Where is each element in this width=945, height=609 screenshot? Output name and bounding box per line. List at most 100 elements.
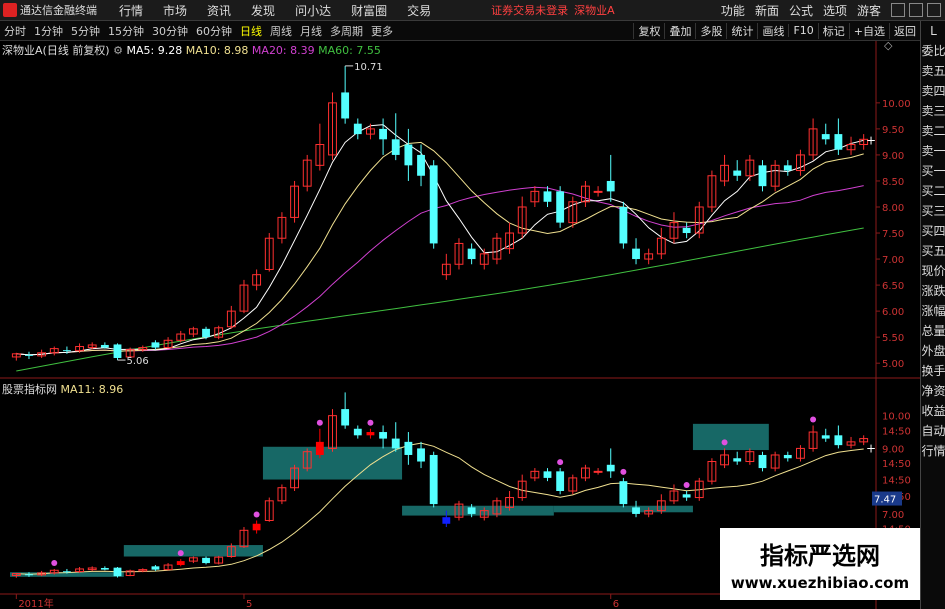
- ma5-line: [16, 124, 864, 356]
- kline-chart[interactable]: ◇ 10.00 9.50 9.00 8.50 8.00 7.50 7.00 6.50 6.00 5.…: [0, 41, 920, 609]
- panel-change-pct: 涨幅: [921, 304, 945, 318]
- panel-bid1: 买一: [921, 164, 945, 178]
- indicator-zone: [402, 505, 554, 516]
- price-tick-label: 8.50: [882, 177, 904, 188]
- tab-more[interactable]: 更多: [367, 23, 397, 39]
- candle-body: [758, 165, 767, 187]
- restore-rights-button[interactable]: 复权: [633, 22, 664, 39]
- panel-price: 现价: [921, 264, 945, 278]
- candle-body: [62, 571, 71, 573]
- candle-body: [366, 432, 375, 436]
- candle-body: [632, 507, 640, 514]
- candle-body: [821, 134, 830, 140]
- panel-bid4: 买四: [921, 224, 945, 238]
- tab-intraday[interactable]: 分时: [0, 23, 30, 39]
- menu-item-trade[interactable]: 交易: [407, 2, 431, 19]
- mark-button[interactable]: 标记: [817, 22, 849, 39]
- price-tick-label: 8.00: [882, 203, 904, 214]
- price-tick-label: 9.00: [882, 151, 904, 162]
- panel-outer: 外盘: [921, 344, 945, 358]
- candle-body: [113, 344, 122, 358]
- time-tick-label: 6: [613, 599, 619, 609]
- low-price-label: 5.06: [127, 356, 149, 367]
- candle-body: [619, 481, 628, 505]
- time-tick-label: 2011年: [18, 597, 53, 609]
- menu-guest[interactable]: 游客: [857, 2, 881, 19]
- cursor-cross-icon: +: [866, 441, 876, 455]
- minimize-icon[interactable]: [891, 3, 905, 17]
- price-tick-label: 5.00: [882, 359, 904, 370]
- price-tick-label: 5.50: [882, 333, 904, 344]
- panel-change: 涨跌: [921, 284, 945, 298]
- tab-30min[interactable]: 30分钟: [148, 23, 192, 39]
- candle-body: [543, 191, 552, 202]
- add-watchlist-button[interactable]: +自选: [848, 22, 889, 39]
- f10-button[interactable]: F10: [788, 24, 817, 37]
- candle-body: [834, 435, 843, 446]
- candle-body: [100, 344, 109, 348]
- tab-multi-period[interactable]: 多周期: [326, 23, 367, 39]
- price-tick-label: 6.50: [882, 281, 904, 292]
- menu-right: 功能 新面 公式 选项 游客: [721, 0, 945, 20]
- candle-body: [821, 435, 830, 439]
- panel-auto[interactable]: 自动: [921, 421, 945, 441]
- candle-body: [556, 471, 565, 491]
- candle-body: [758, 454, 767, 469]
- menu-item-discover[interactable]: 发现: [251, 2, 275, 19]
- menu-new-page[interactable]: 新面: [755, 2, 779, 19]
- signal-dot: [683, 482, 690, 488]
- candle-body: [593, 470, 603, 473]
- tab-weekly[interactable]: 周线: [266, 23, 296, 39]
- panel-ask4: 卖四: [921, 84, 945, 98]
- menu-function[interactable]: 功能: [721, 2, 745, 19]
- close-icon[interactable]: [927, 3, 941, 17]
- tab-daily[interactable]: 日线: [236, 23, 266, 39]
- panel-level[interactable]: L: [921, 21, 945, 41]
- candle-body: [202, 557, 210, 564]
- panel-bid3: 买三: [921, 204, 945, 218]
- menu-item-ask[interactable]: 问小达: [295, 2, 331, 19]
- tab-15min[interactable]: 15分钟: [104, 23, 148, 39]
- candle-body: [606, 180, 615, 192]
- panel-volume: 总量: [921, 324, 945, 338]
- signal-dot: [810, 416, 817, 423]
- ma20-line: [16, 185, 864, 356]
- login-status[interactable]: 证券交易未登录: [491, 2, 568, 18]
- tab-1min[interactable]: 1分钟: [30, 23, 67, 39]
- candle-body: [252, 523, 261, 531]
- menu-options[interactable]: 选项: [823, 2, 847, 19]
- app-logo-icon: [3, 3, 17, 17]
- menu-formula[interactable]: 公式: [789, 2, 813, 19]
- menu-item-market[interactable]: 行情: [119, 2, 143, 19]
- period-tabs: 分时 1分钟 5分钟 15分钟 30分钟 60分钟 日线 周线 月线 多周期 更…: [0, 21, 920, 41]
- back-button[interactable]: 返回: [889, 22, 920, 39]
- app-title: 通达信金融终端: [20, 4, 97, 17]
- panel-quote[interactable]: 行情: [921, 441, 945, 461]
- candle-body: [632, 248, 640, 260]
- menu-item-markets[interactable]: 市场: [163, 2, 187, 19]
- panel-earnings: 收益: [921, 404, 945, 418]
- statistics-button[interactable]: 统计: [726, 22, 757, 39]
- menu-item-wealth[interactable]: 财富圈: [351, 2, 387, 19]
- candle-body: [341, 92, 350, 119]
- draw-line-button[interactable]: 画线: [757, 22, 788, 39]
- signal-dot: [557, 459, 564, 466]
- menu-bar: 通达信金融终端 行情 市场 资讯 发现 问小达 财富圈 交易 证券交易未登录 深…: [0, 0, 945, 21]
- panel-ask1: 卖一: [921, 144, 945, 158]
- tab-5min[interactable]: 5分钟: [67, 23, 104, 39]
- candle-body: [682, 494, 691, 498]
- sub-tick-label: 9.00: [882, 444, 904, 455]
- tab-60min[interactable]: 60分钟: [192, 23, 236, 39]
- menu-item-news[interactable]: 资讯: [207, 2, 231, 19]
- maximize-icon[interactable]: [909, 3, 923, 17]
- candle-body: [202, 328, 210, 338]
- candle-body: [834, 134, 843, 150]
- candle-body: [113, 567, 122, 577]
- overlay-button[interactable]: 叠加: [664, 22, 695, 39]
- candle-body: [353, 428, 362, 436]
- tab-monthly[interactable]: 月线: [296, 23, 326, 39]
- panel-bid-ratio: 委比: [921, 44, 945, 58]
- candle-body: [467, 248, 476, 260]
- candle-body: [417, 154, 425, 176]
- multi-stock-button[interactable]: 多股: [695, 22, 726, 39]
